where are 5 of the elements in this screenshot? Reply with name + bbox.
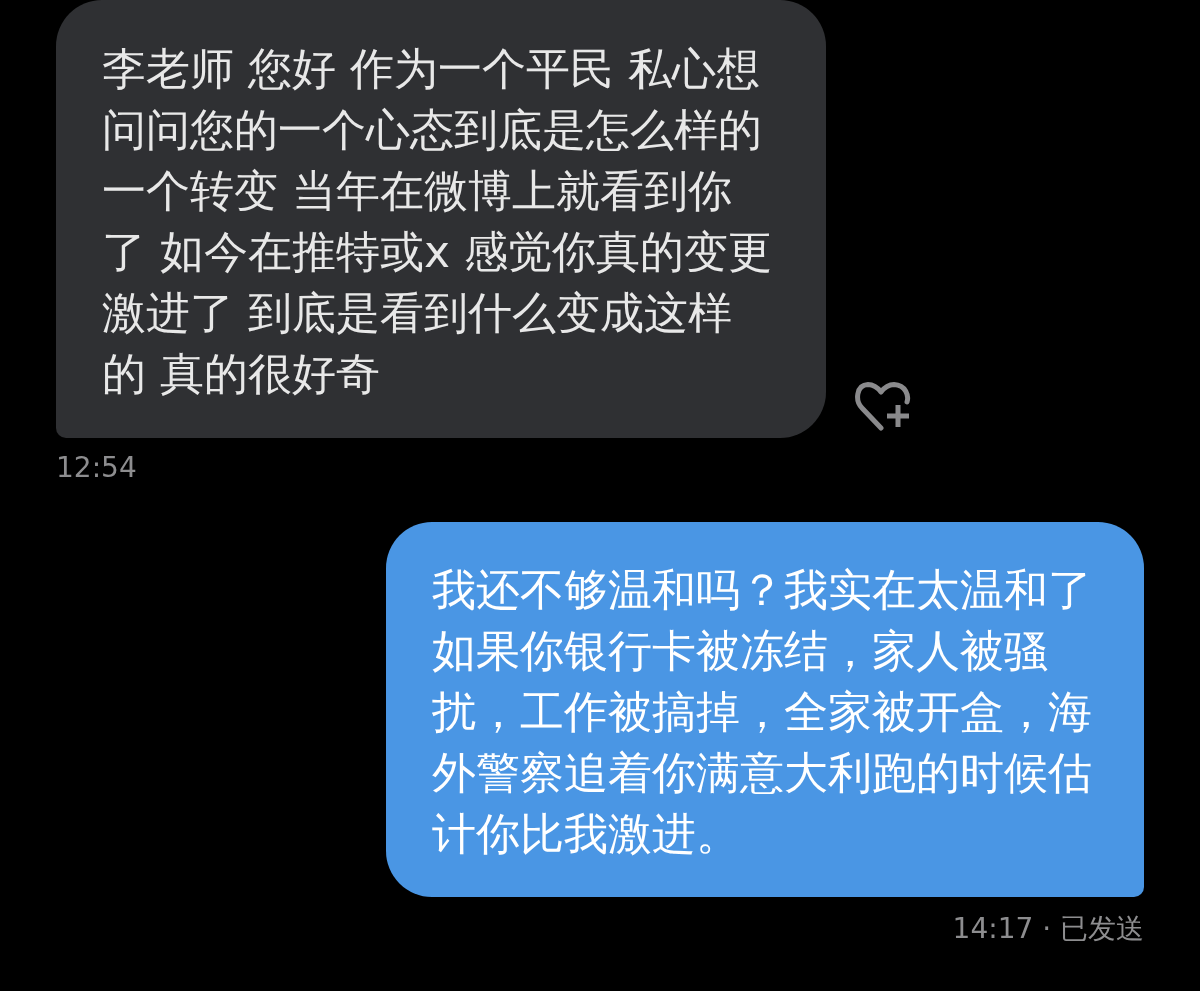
- message-text: 我还不够温和吗？我实在太温和了如果你银行卡被冻结，家人被骚扰，工作被搞掉，全家被开盒，海外警察追着你满意大利跑的时候估计你比我激进。: [432, 563, 1093, 861]
- message-time: 12:54: [56, 451, 137, 485]
- message-text: 李老师 您好 作为一个平民 私心想问问您的一个心态到底是怎么样的一个转变 当年在微博上就看到你了 如今在推特或x 感觉你真的变更激进了 到底是看到什么变成这样的 真的很好奇: [102, 42, 773, 401]
- message-status: 14:17 · 已发送: [952, 912, 1144, 946]
- heart-plus-icon[interactable]: [853, 380, 911, 432]
